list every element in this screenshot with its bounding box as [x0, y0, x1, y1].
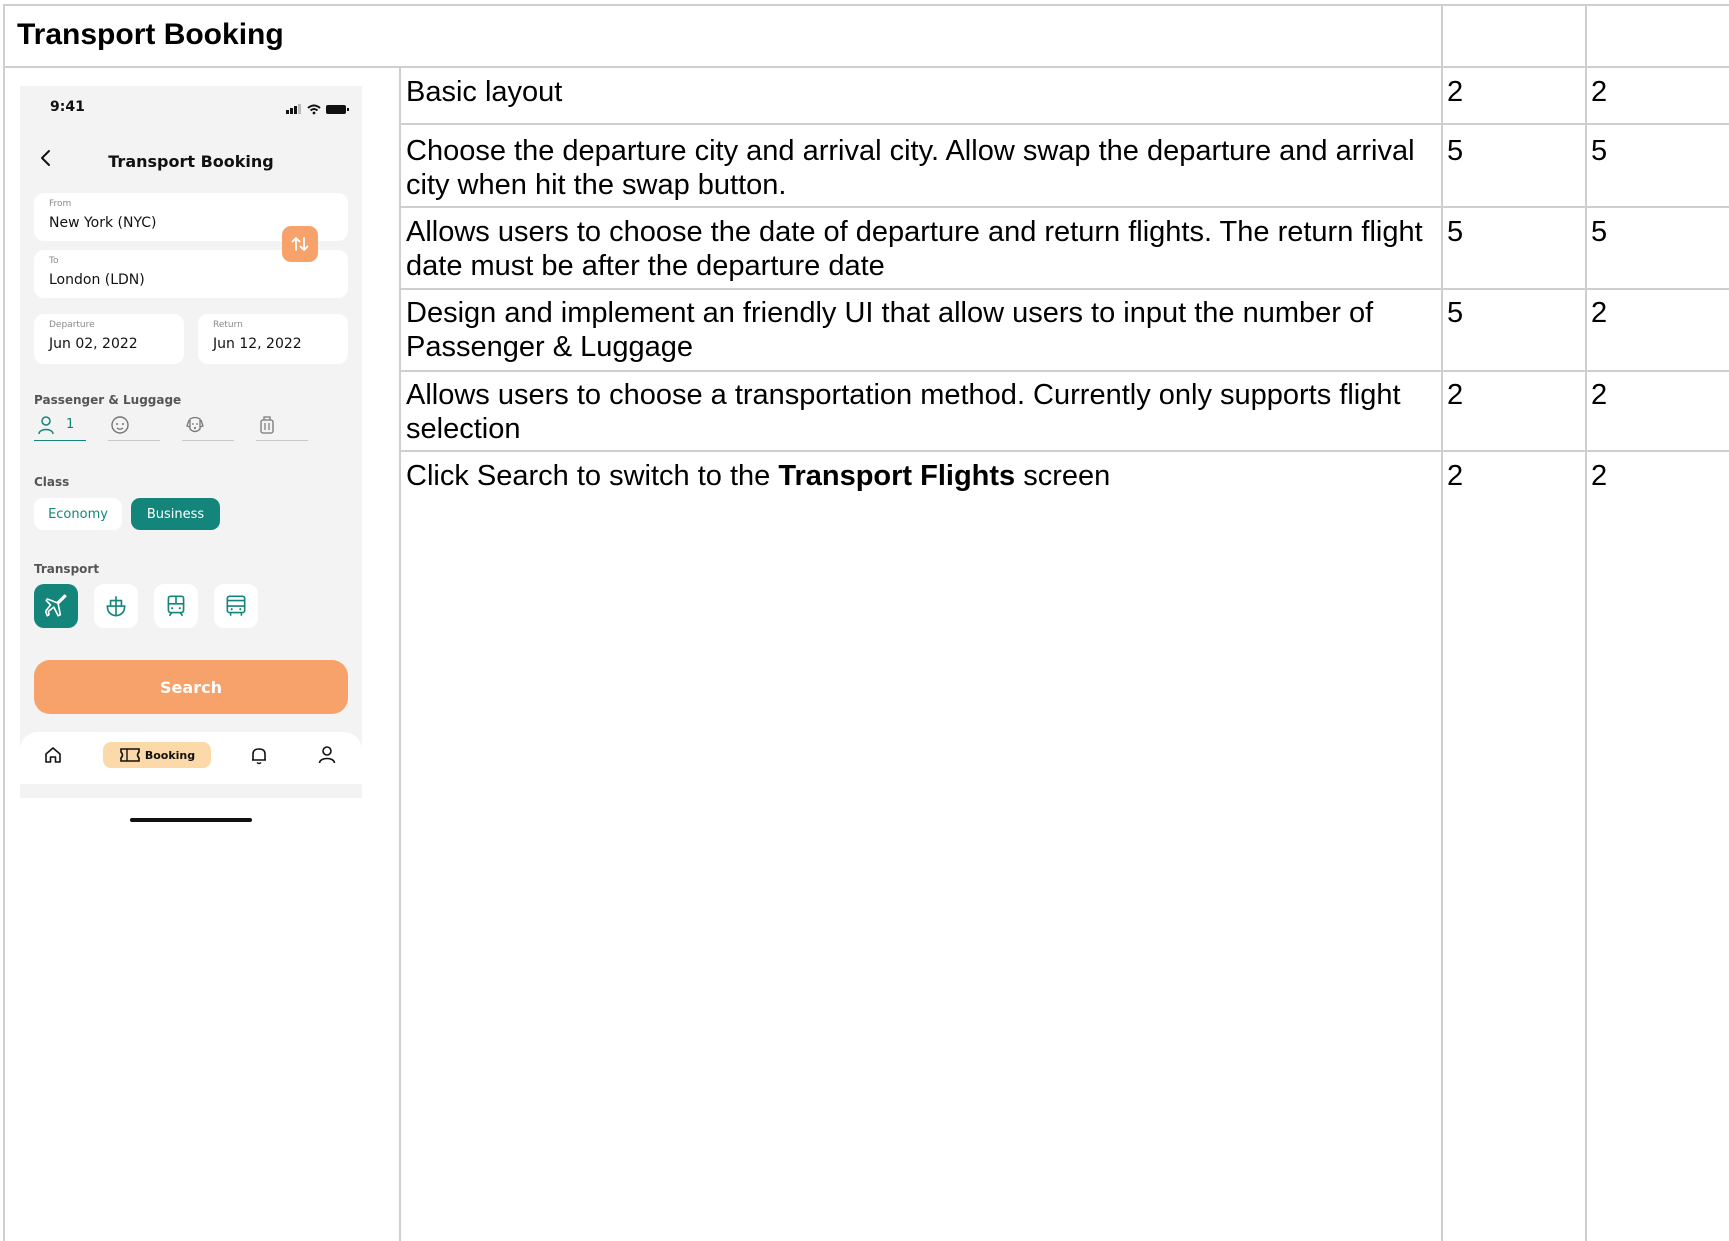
from-value: New York (NYC): [49, 215, 157, 231]
return-field[interactable]: Return Jun 12, 2022: [198, 314, 348, 364]
status-icons: [286, 100, 350, 119]
departure-label: Departure: [49, 320, 95, 330]
search-button[interactable]: Search: [34, 660, 348, 714]
plane-icon: [44, 594, 67, 617]
sheet-title: Transport Booking: [17, 18, 284, 51]
score-a-cell[interactable]: 5: [1447, 296, 1463, 330]
home-indicator: [130, 818, 252, 822]
score-a-cell[interactable]: 2: [1447, 75, 1463, 109]
phone-mockup: 9:41 Transport Booking From New York (NY…: [20, 86, 362, 822]
dog-icon: [186, 416, 204, 433]
from-label: From: [49, 199, 72, 209]
grid-line: [400, 206, 1729, 208]
transport-label: Transport: [34, 562, 100, 576]
requirement-text: screen: [1015, 460, 1111, 492]
requirement-cell[interactable]: Design and implement an friendly UI that…: [406, 296, 1436, 364]
tab-home[interactable]: [42, 744, 64, 770]
tab-booking[interactable]: Booking: [103, 742, 211, 768]
tab-profile[interactable]: [316, 744, 338, 770]
to-label: To: [49, 256, 59, 266]
score-a-cell[interactable]: 2: [1447, 378, 1463, 412]
grid-line: [400, 370, 1729, 372]
grid-line: [400, 123, 1729, 125]
luggage-count-input[interactable]: [256, 414, 308, 441]
grid-line: [3, 4, 1729, 6]
class-economy-chip[interactable]: Economy: [34, 498, 122, 530]
grid-line: [3, 66, 1729, 68]
swap-button[interactable]: [282, 226, 318, 262]
swap-arrows-icon: [291, 237, 309, 251]
luggage-icon: [260, 416, 274, 434]
score-b-cell[interactable]: 2: [1591, 459, 1607, 493]
score-b-cell[interactable]: 2: [1591, 75, 1607, 109]
person-icon: [318, 746, 336, 764]
transport-ship-button[interactable]: [94, 584, 138, 628]
screen-name: Transport Flights: [778, 460, 1016, 492]
adult-count-input[interactable]: 1: [34, 414, 86, 441]
score-a-cell[interactable]: 5: [1447, 215, 1463, 249]
status-time: 9:41: [50, 99, 85, 115]
grid-line: [399, 66, 401, 1241]
to-value: London (LDN): [49, 272, 145, 288]
tab-booking-label: Booking: [144, 748, 196, 762]
class-label: Class: [34, 475, 70, 489]
signal-wifi-battery-icon: [286, 104, 349, 115]
train-icon: [167, 595, 185, 617]
ticket-icon: [120, 748, 140, 762]
grid-line: [1441, 4, 1443, 1241]
return-label: Return: [213, 320, 243, 330]
child-count-input[interactable]: [108, 414, 160, 441]
requirement-cell[interactable]: Basic layout: [406, 75, 1436, 109]
score-b-cell[interactable]: 2: [1591, 296, 1607, 330]
return-value: Jun 12, 2022: [213, 336, 302, 352]
score-b-cell[interactable]: 5: [1591, 215, 1607, 249]
bus-icon: [226, 595, 246, 616]
score-b-cell[interactable]: 2: [1591, 378, 1607, 412]
departure-field[interactable]: Departure Jun 02, 2022: [34, 314, 184, 364]
ship-icon: [106, 596, 126, 617]
grid-line: [3, 4, 5, 1241]
requirement-cell[interactable]: Allows users to choose a transportation …: [406, 378, 1436, 446]
class-business-chip[interactable]: Business: [131, 498, 220, 530]
grid-line: [1585, 4, 1587, 1241]
home-icon: [45, 747, 61, 763]
adult-count: 1: [66, 417, 75, 432]
bell-icon: [252, 748, 266, 765]
requirement-text: Click Search to switch to the: [406, 460, 779, 492]
screen-title: Transport Booking: [108, 152, 274, 171]
requirement-cell[interactable]: Choose the departure city and arrival ci…: [406, 134, 1436, 202]
score-b-cell[interactable]: 5: [1591, 134, 1607, 168]
tab-bar: Booking: [20, 732, 362, 784]
person-icon: [38, 416, 54, 435]
grid-line: [400, 450, 1729, 452]
transport-plane-button[interactable]: [34, 584, 78, 628]
score-a-cell[interactable]: 2: [1447, 459, 1463, 493]
score-a-cell[interactable]: 5: [1447, 134, 1463, 168]
transport-train-button[interactable]: [154, 584, 198, 628]
passenger-luggage-label: Passenger & Luggage: [34, 393, 182, 407]
grid-line: [400, 288, 1729, 290]
requirement-cell[interactable]: Allows users to choose the date of depar…: [406, 215, 1436, 283]
requirement-cell[interactable]: Click Search to switch to the Transport …: [406, 459, 1436, 493]
pet-count-input[interactable]: [182, 414, 234, 441]
departure-value: Jun 02, 2022: [49, 336, 138, 352]
baby-face-icon: [111, 416, 129, 434]
transport-bus-button[interactable]: [214, 584, 258, 628]
tab-notifications[interactable]: [248, 744, 270, 770]
